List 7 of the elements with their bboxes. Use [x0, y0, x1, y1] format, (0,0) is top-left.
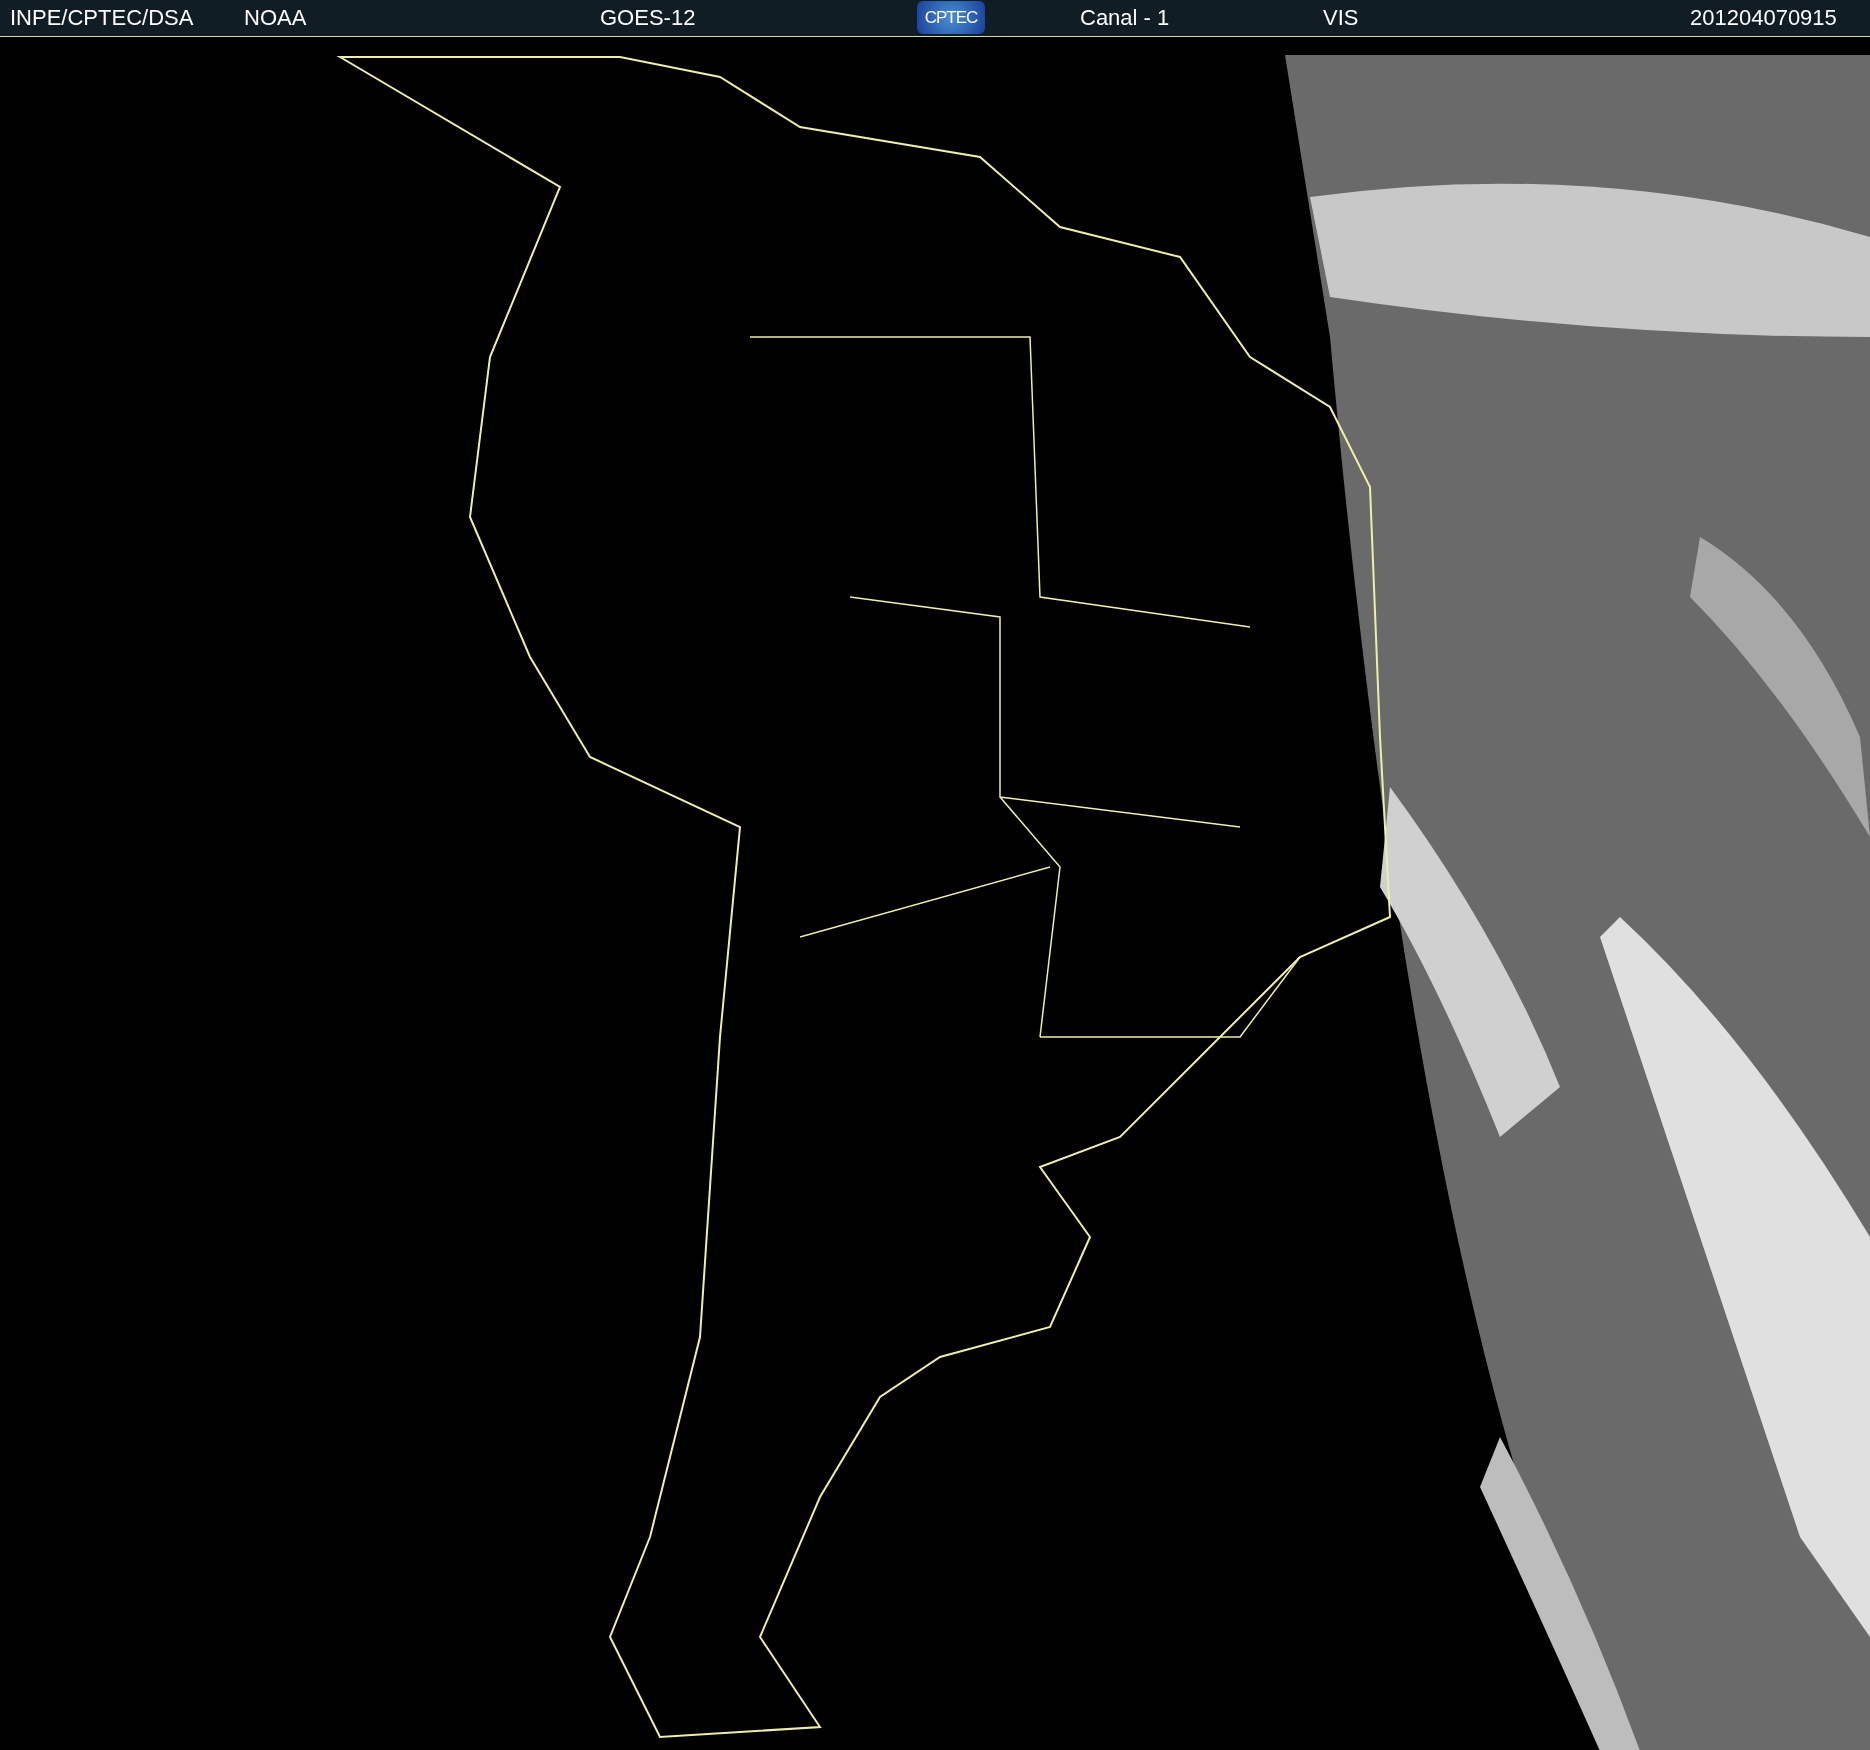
timestamp-label: 201204070915 [1690, 5, 1837, 31]
logo: CPTEC [917, 1, 985, 34]
source-label: INPE/CPTEC/DSA [10, 5, 194, 31]
satellite-label: GOES-12 [600, 5, 696, 31]
channel-label: Canal - 1 [1080, 5, 1170, 31]
band-label: VIS [1323, 5, 1359, 31]
agency-label: NOAA [244, 5, 307, 31]
